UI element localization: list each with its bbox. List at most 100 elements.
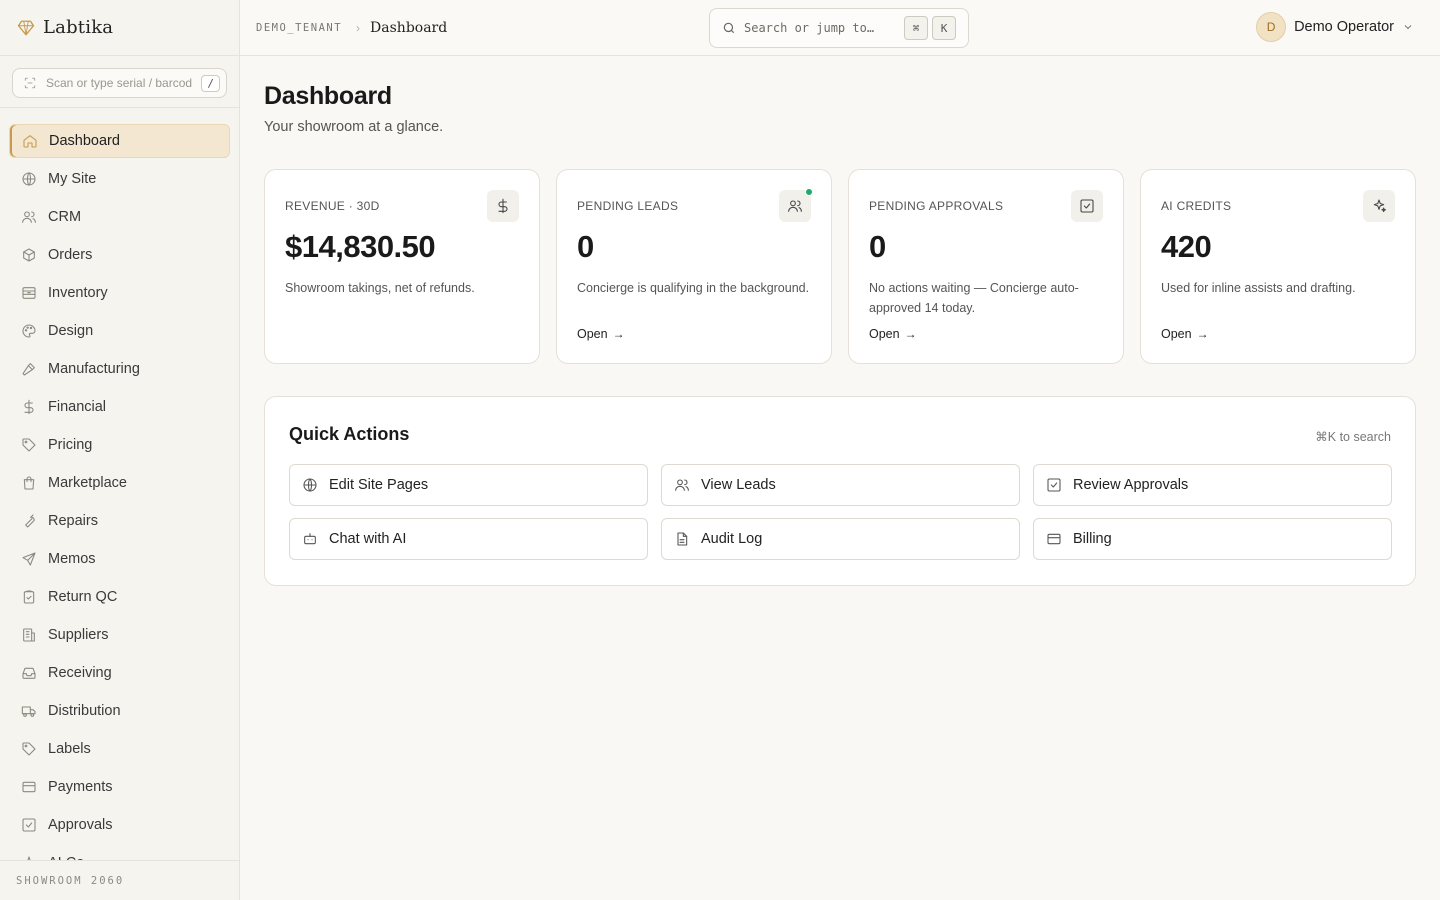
tag-icon [21,741,37,757]
brand[interactable]: Labtika [0,0,239,56]
search-icon [722,21,736,35]
sidebar-item-memos[interactable]: Memos [9,542,230,576]
card-icon-badge [1363,190,1395,222]
sidebar-item-repairs[interactable]: Repairs [9,504,230,538]
sidebar-item-distribution[interactable]: Distribution [9,694,230,728]
check-square-icon [1079,198,1095,214]
sidebar-item-marketplace[interactable]: Marketplace [9,466,230,500]
sidebar-item-label: Repairs [48,513,98,529]
building-icon [21,627,37,643]
user-menu[interactable]: D Demo Operator [1256,12,1414,42]
box-icon [21,247,37,263]
sidebar-item-label: Memos [48,551,96,567]
sidebar-item-dashboard[interactable]: Dashboard [9,124,230,158]
billing-button[interactable]: Billing [1033,518,1392,560]
palette-icon [21,323,37,339]
card-icon-badge [487,190,519,222]
sidebar-item-approvals[interactable]: Approvals [9,808,230,842]
avatar: D [1256,12,1287,42]
dollar-icon [21,399,37,415]
breadcrumb-page: Dashboard [370,19,448,36]
k-key: K [932,16,956,40]
quick-actions-hint: ⌘K to search [1315,430,1391,444]
search-input[interactable] [744,21,884,35]
scan-input[interactable] [46,76,192,90]
wrench-icon [21,513,37,529]
card-value: $14,830.50 [285,229,436,264]
card-icon-badge [779,188,813,222]
hammer-icon [21,361,37,377]
sidebar-item-crm[interactable]: CRM [9,200,230,234]
sidebar-item-label: Payments [48,779,113,795]
sidebar-item-orders[interactable]: Orders [9,238,230,272]
sidebar-item-label: Marketplace [48,475,127,491]
scan-field[interactable]: / [12,68,227,98]
users-icon [21,209,37,225]
main-content: Dashboard Your showroom at a glance. REV… [264,56,1416,586]
card-description: Concierge is qualifying in the backgroun… [577,281,810,295]
card-open-link[interactable]: Open → [869,327,917,341]
quick-action-label: Review Approvals [1073,477,1189,493]
audit-log-button[interactable]: Audit Log [661,518,1020,560]
sidebar-item-label: Distribution [48,703,121,719]
sidebar-item-inventory[interactable]: Inventory [9,276,230,310]
chat-with-ai-button[interactable]: Chat with AI [289,518,648,560]
sidebar-item-financial[interactable]: Financial [9,390,230,424]
sidebar-item-ai-co[interactable]: AI Co [9,846,230,860]
card-label: REVENUE · 30D [285,199,380,213]
sidebar-item-return-qc[interactable]: Return QC [9,580,230,614]
page-subtitle: Your showroom at a glance. [264,119,444,135]
sidebar-item-payments[interactable]: Payments [9,770,230,804]
sidebar-item-label: My Site [48,171,97,187]
sidebar-item-my-site[interactable]: My Site [9,162,230,196]
file-text-icon [674,531,690,547]
user-name: Demo Operator [1294,19,1394,35]
breadcrumb-tenant[interactable]: DEMO_TENANT [256,22,342,34]
quick-action-label: Edit Site Pages [329,477,429,493]
view-leads-button[interactable]: View Leads [661,464,1020,506]
arrow-right-icon: → [1196,327,1209,341]
dollar-icon [495,198,511,214]
globe-icon [21,171,37,187]
card-label: PENDING APPROVALS [869,199,1004,213]
chevron-down-icon [1402,21,1414,33]
card-label: PENDING LEADS [577,199,679,213]
card-label: AI CREDITS [1161,199,1232,213]
sidebar-item-label: Receiving [48,665,112,681]
sidebar-item-suppliers[interactable]: Suppliers [9,618,230,652]
global-search[interactable]: ⌘ K [709,8,969,48]
sidebar-item-pricing[interactable]: Pricing [9,428,230,462]
sidebar-item-manufacturing[interactable]: Manufacturing [9,352,230,386]
card-value: 0 [577,229,594,264]
sidebar-item-label: Orders [48,247,93,263]
open-link-label: Open [577,327,608,341]
clipboard-check-icon [21,589,37,605]
arrow-right-icon: → [612,327,625,341]
card-description: No actions waiting — Concierge auto-appr… [869,281,1079,315]
stat-card-pending-leads: PENDING LEADS 0 Concierge is qualifying in… [556,169,832,364]
gem-icon [17,19,35,37]
sidebar-nav: Dashboard My Site CRM Orders Inventory Design… [0,108,239,860]
sparkles-icon [1371,198,1387,214]
check-square-icon [21,817,37,833]
sidebar-item-label: Dashboard [49,133,120,149]
edit-site-pages-button[interactable]: Edit Site Pages [289,464,648,506]
review-approvals-button[interactable]: Review Approvals [1033,464,1392,506]
check-square-icon [1046,477,1062,493]
quick-action-label: Billing [1073,531,1112,547]
sidebar-item-label: Financial [48,399,107,415]
card-value: 420 [1161,229,1212,264]
quick-actions-title: Quick Actions [289,424,410,444]
credit-card-icon [21,779,37,795]
sidebar-item-label: Approvals [48,817,113,833]
card-open-link[interactable]: Open → [577,327,625,341]
users-icon [674,477,690,493]
sidebar-item-receiving[interactable]: Receiving [9,656,230,690]
globe-icon [302,477,318,493]
status-dot [805,188,813,196]
sidebar-item-label: Labels [48,741,91,757]
sidebar-item-labels[interactable]: Labels [9,732,230,766]
top-bar: DEMO_TENANT › Dashboard ⌘ K D Demo Opera… [240,0,1440,56]
card-open-link[interactable]: Open → [1161,327,1209,341]
sidebar-item-design[interactable]: Design [9,314,230,348]
